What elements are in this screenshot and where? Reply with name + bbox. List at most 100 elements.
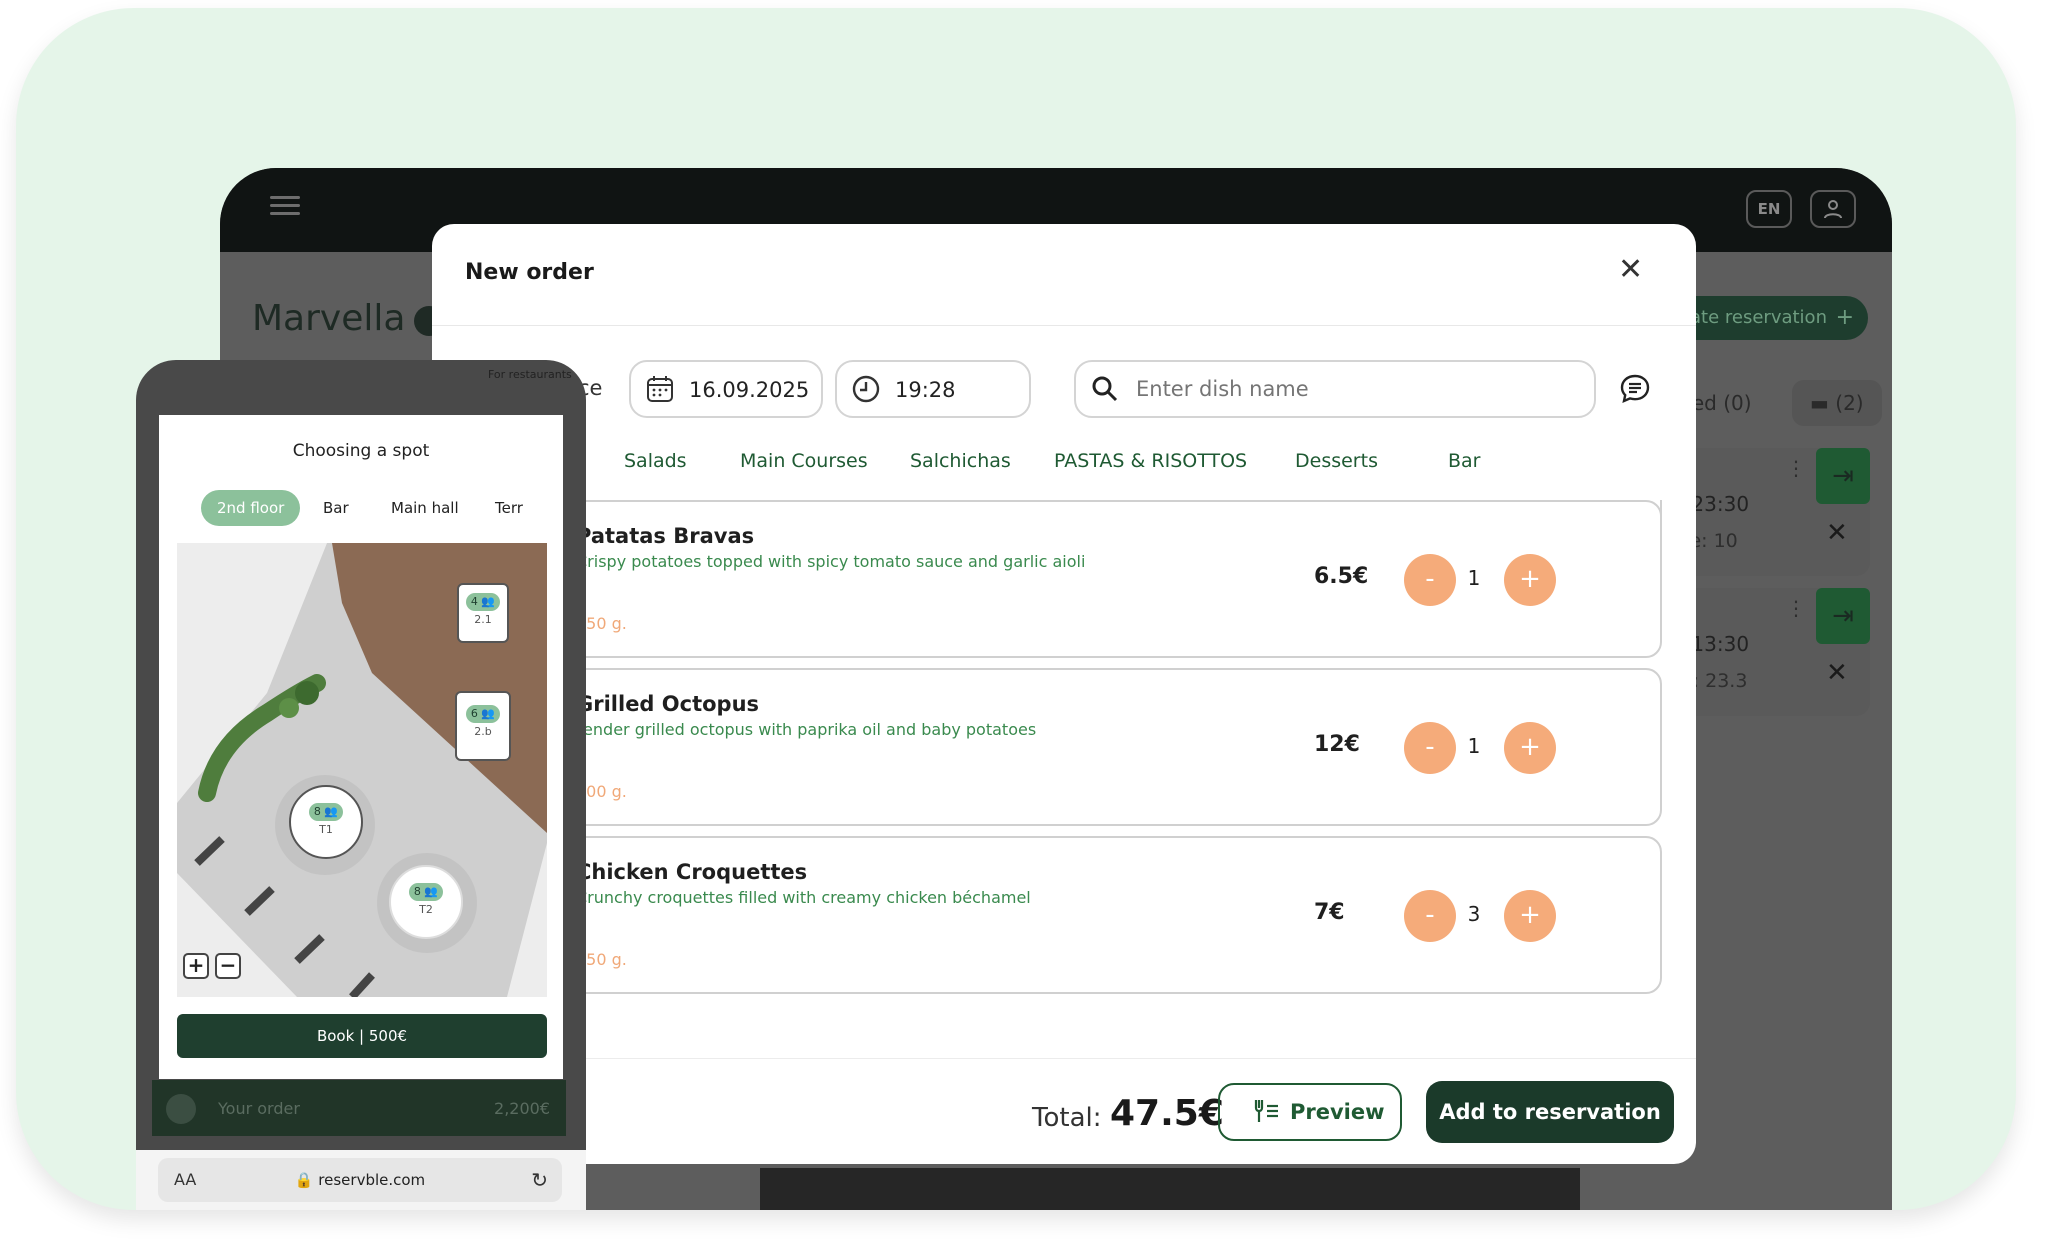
url-value: reservble.com <box>318 1171 426 1189</box>
restaurant-name: Marvella <box>252 298 406 339</box>
zoom-in-button[interactable]: + <box>183 953 209 979</box>
reload-icon[interactable]: ↻ <box>531 1168 548 1192</box>
modal-title: New order <box>465 260 594 285</box>
table-label: 2.1 <box>474 613 492 626</box>
floor-map[interactable]: 4 👥 2.1 6 👥 2.b 8 👥 T1 8 👥 T2 + − <box>177 543 547 997</box>
dish-price: 6.5€ <box>1314 564 1369 589</box>
address-bar[interactable]: AA 🔒 reservble.com ↻ <box>158 1158 562 1202</box>
dish-description: Crunchy croquettes filled with creamy ch… <box>576 888 1031 907</box>
for-restaurants-tag: For restaurants <box>488 368 572 381</box>
modal-footer: Total: 47.5€ Preview Add to reservation <box>432 1058 1696 1164</box>
guests-icon: 👥 <box>324 805 339 818</box>
calendar-icon <box>647 376 673 402</box>
quantity-value: 3 <box>1467 902 1481 926</box>
seat-count: 8 <box>313 805 321 818</box>
tab-bar[interactable]: Bar <box>1448 450 1481 472</box>
tab-bar[interactable]: Bar <box>323 490 349 526</box>
table-label: 2.b <box>474 725 492 738</box>
guests-icon: 👥 <box>481 595 496 608</box>
increase-button[interactable]: + <box>1504 722 1556 774</box>
seats-badge: 6 👥 <box>466 705 500 723</box>
menu-icon[interactable] <box>270 196 300 216</box>
dish-description: Tender grilled octopus with paprika oil … <box>576 720 1037 739</box>
mobile-app: For restaurants Choosing a spot 2nd floo… <box>136 360 586 1210</box>
order-total: 2,200€ <box>494 1099 550 1118</box>
tab-tables-label: (2) <box>1835 391 1864 415</box>
table-t1[interactable]: 8 👥 T1 <box>289 785 363 859</box>
cancel-icon[interactable]: ✕ <box>1826 518 1848 548</box>
dish-description: Crispy potatoes topped with spicy tomato… <box>576 552 1086 571</box>
modal-header: New order ✕ <box>432 224 1696 326</box>
seat-count: 6 <box>470 707 478 720</box>
increase-button[interactable]: + <box>1504 890 1556 942</box>
seat-count: 8 <box>413 885 421 898</box>
cutlery-menu-icon <box>1254 1100 1278 1122</box>
date-field[interactable]: 16.09.2025 <box>629 360 823 418</box>
tab-desserts[interactable]: Desserts <box>1295 450 1378 472</box>
decrease-button[interactable]: - <box>1404 554 1456 606</box>
tab-pastas-risottos[interactable]: PASTAS & RISOTTOS <box>1054 450 1247 472</box>
tab-tables[interactable]: ▬ (2) <box>1792 380 1882 426</box>
comment-icon[interactable] <box>1618 372 1652 406</box>
book-button[interactable]: Book | 500€ <box>177 1014 547 1058</box>
spot-picker: Choosing a spot 2nd floor Bar Main hall … <box>159 415 563 1079</box>
seats-badge: 4 👥 <box>466 593 500 611</box>
dish-price: 12€ <box>1314 732 1360 757</box>
search-input[interactable] <box>1136 377 1556 401</box>
guests-icon: 👥 <box>424 885 439 898</box>
dish-card: Patatas Bravas Crispy potatoes topped wi… <box>552 500 1662 658</box>
clock-icon <box>852 375 880 403</box>
seat-guest-icon[interactable]: ⇥ <box>1816 448 1870 504</box>
language-button[interactable]: EN <box>1746 190 1792 228</box>
table-t2[interactable]: 8 👥 T2 <box>389 865 463 939</box>
quantity-value: 1 <box>1467 566 1481 590</box>
user-icon <box>1824 200 1842 219</box>
plus-icon: + <box>1835 305 1854 330</box>
your-order-bar[interactable]: Your order 2,200€ <box>152 1080 566 1136</box>
app-showcase-frame: EN Marvella ate reservation + ted (0) ▬ … <box>16 8 2016 1210</box>
more-icon[interactable]: ⋮ <box>1786 456 1806 480</box>
tab-terrace[interactable]: Terr <box>495 490 523 526</box>
guests-icon: 👥 <box>481 707 496 720</box>
url-text: 🔒 reservble.com <box>158 1171 562 1189</box>
tab-main-hall[interactable]: Main hall <box>391 490 459 526</box>
dish-name: Grilled Octopus <box>576 692 760 716</box>
cart-icon <box>166 1094 196 1124</box>
table-2-1[interactable]: 4 👥 2.1 <box>457 583 509 643</box>
tab-main-courses[interactable]: Main Courses <box>740 450 868 472</box>
time-value: 19:28 <box>895 378 956 402</box>
add-to-reservation-button[interactable]: Add to reservation <box>1426 1081 1674 1143</box>
decrease-button[interactable]: - <box>1404 890 1456 942</box>
increase-button[interactable]: + <box>1504 554 1556 606</box>
seat-guest-icon[interactable]: ⇥ <box>1816 588 1870 644</box>
zoom-out-button[interactable]: − <box>215 953 241 979</box>
time-field[interactable]: 19:28 <box>835 360 1031 418</box>
tab-salads[interactable]: Salads <box>624 450 687 472</box>
tab-2nd-floor[interactable]: 2nd floor <box>201 490 301 526</box>
dish-list: Patatas Bravas Crispy potatoes topped wi… <box>432 500 1696 1036</box>
table-label: T1 <box>319 823 333 836</box>
date-value: 16.09.2025 <box>689 378 810 402</box>
new-order-modal: New order ✕ ce 16.09.2025 19:28 Salads M… <box>432 224 1696 1164</box>
your-order-label: Your order <box>218 1099 300 1118</box>
spot-picker-title: Choosing a spot <box>292 441 430 461</box>
seat-count: 4 <box>470 595 478 608</box>
profile-button[interactable] <box>1810 190 1856 228</box>
close-icon[interactable]: ✕ <box>1618 252 1643 287</box>
decrease-button[interactable]: - <box>1404 722 1456 774</box>
more-icon[interactable]: ⋮ <box>1786 596 1806 620</box>
floor-plan-preview <box>760 1168 1580 1210</box>
lock-icon: 🔒 <box>294 1171 314 1189</box>
dish-price: 7€ <box>1314 900 1345 925</box>
tab-salchichas[interactable]: Salchichas <box>910 450 1011 472</box>
cancel-icon[interactable]: ✕ <box>1826 658 1848 688</box>
preview-button[interactable]: Preview <box>1218 1083 1402 1141</box>
quantity-value: 1 <box>1467 734 1481 758</box>
dish-name: Chicken Croquettes <box>576 860 808 884</box>
total-label: Total: <box>1032 1103 1102 1133</box>
dish-card: Chicken Croquettes Crunchy croquettes fi… <box>552 836 1662 994</box>
dish-search[interactable] <box>1074 360 1596 418</box>
table-2-b[interactable]: 6 👥 2.b <box>455 691 511 761</box>
seats-badge: 8 👥 <box>309 803 343 821</box>
dish-name: Patatas Bravas <box>576 524 755 548</box>
